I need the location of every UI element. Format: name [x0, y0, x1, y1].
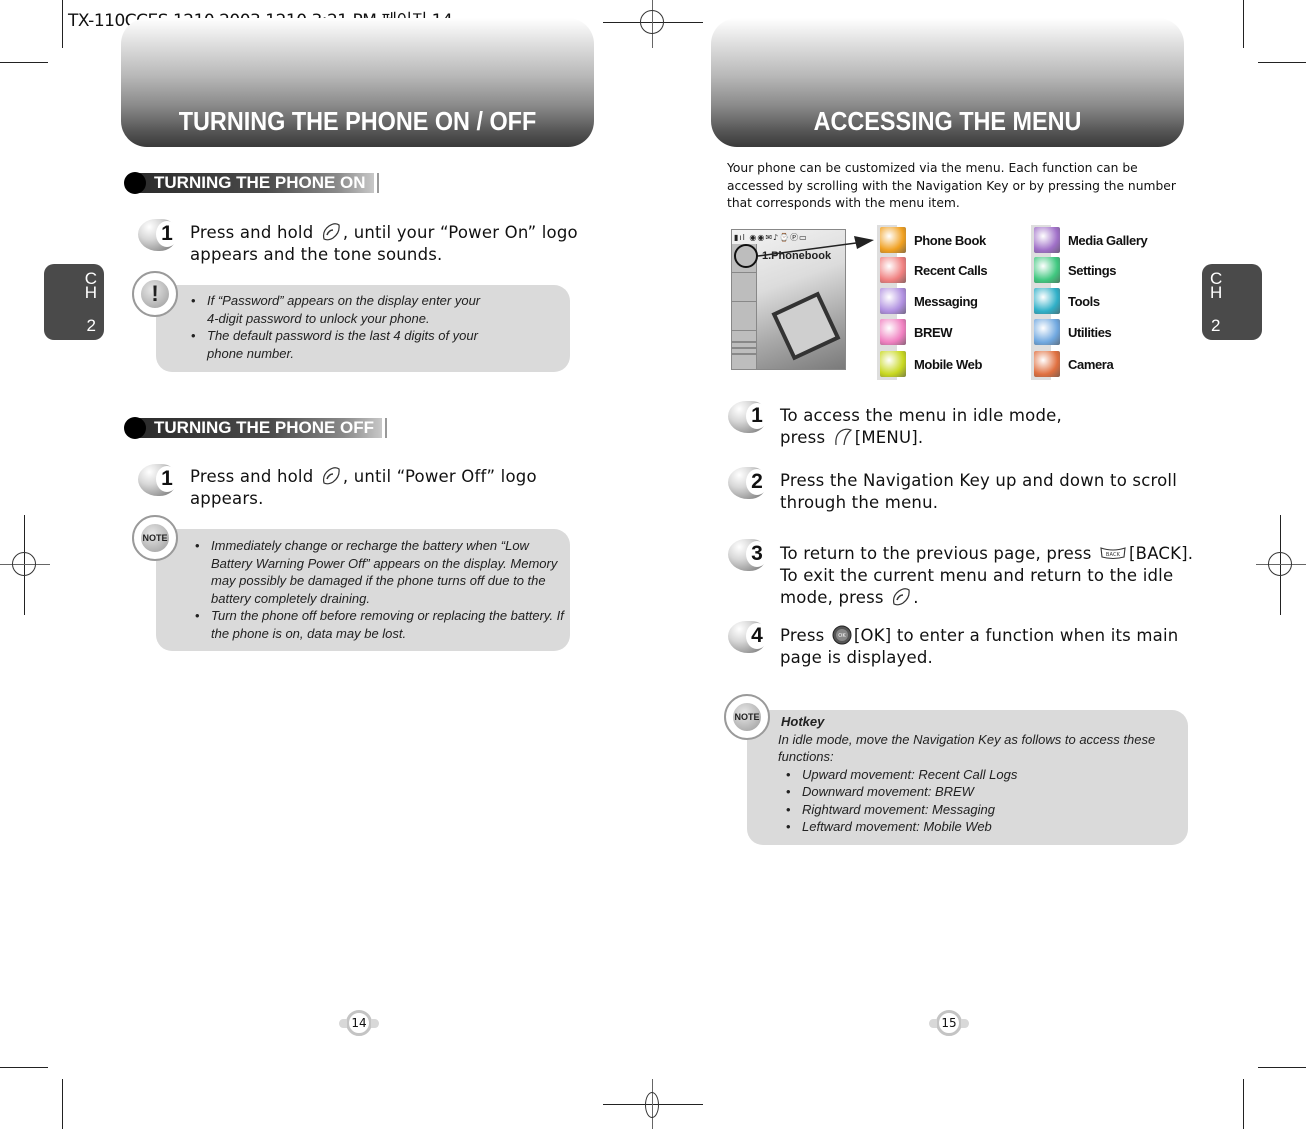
- menu-item-label: Utilities: [1068, 324, 1112, 340]
- note-text: Immediately change or recharge the batte…: [195, 537, 567, 642]
- page-number: 14: [339, 1010, 379, 1036]
- menu-item: Media Gallery: [1034, 227, 1148, 253]
- recent-calls-icon: [880, 257, 906, 283]
- menu-item: Settings: [1034, 257, 1116, 283]
- mobile-web-icon: [880, 351, 906, 377]
- intro-paragraph: Your phone can be customized via the men…: [727, 161, 1176, 210]
- menu-item-label: Camera: [1068, 356, 1114, 372]
- note-icon: NOTE: [724, 694, 770, 740]
- step-text: To return to the previous page, press BA…: [780, 544, 1194, 607]
- note-bullet: Upward movement: Recent Call Logs: [786, 766, 1183, 784]
- menu-item: Utilities: [1034, 319, 1112, 345]
- note-bullet: Leftward movement: Mobile Web: [786, 818, 1183, 836]
- phone-book-icon: [880, 227, 906, 253]
- page-title: TURNING THE PHONE ON / OFF: [178, 106, 537, 136]
- svg-text:BACK: BACK: [1106, 552, 1121, 558]
- note-icon: NOTE: [132, 515, 178, 561]
- menu-key-icon: [834, 428, 852, 446]
- caution-bullet: The default password is the last 4 digit…: [191, 327, 491, 362]
- arrow-icon: [757, 236, 874, 257]
- brew-icon: [880, 319, 906, 345]
- back-key-icon: BACK: [1100, 547, 1126, 560]
- step-number-badge: 1: [138, 217, 178, 251]
- step-number-badge: 2: [728, 465, 768, 499]
- screen-wallpaper-image: [771, 291, 841, 361]
- section-heading-text: TURNING THE PHONE ON: [132, 173, 377, 193]
- chapter-tab-letters: CH: [84, 269, 97, 302]
- menu-item-label: Settings: [1068, 262, 1117, 278]
- section-bullet-icon: [124, 172, 146, 194]
- menu-item-label: Media Gallery: [1068, 232, 1148, 248]
- menu-item-label: Recent Calls: [914, 262, 988, 278]
- step-number-badge: 1: [728, 399, 768, 433]
- note-heading: Hotkey: [781, 714, 825, 729]
- menu-item: Tools: [1034, 288, 1100, 314]
- menu-item: Camera: [1034, 351, 1114, 377]
- step-number-badge: 3: [728, 537, 768, 571]
- camera-icon: [1034, 351, 1060, 377]
- note-intro: In idle mode, move the Navigation Key as…: [778, 731, 1156, 765]
- page-header-banner: TURNING THE PHONE ON / OFF: [121, 18, 594, 147]
- caution-text: If “Password” appears on the display ent…: [191, 292, 491, 362]
- selection-circle-icon: [734, 244, 758, 268]
- section-heading: TURNING THE PHONE ON: [124, 172, 384, 194]
- chapter-tab-number: 2: [86, 316, 96, 335]
- menu-item-label: Mobile Web: [914, 356, 982, 372]
- menu-item-label: Messaging: [914, 293, 978, 309]
- step-text: Press and hold , until your “Power On” l…: [190, 223, 578, 264]
- step-number-badge: 1: [138, 462, 178, 496]
- menu-item: Mobile Web: [880, 351, 982, 377]
- note-bullet: Immediately change or recharge the batte…: [195, 537, 567, 607]
- chapter-tab-letters: CH: [1210, 269, 1223, 302]
- chapter-tab: CH 2: [44, 264, 104, 340]
- menu-item-label: Phone Book: [914, 232, 986, 248]
- step-text: To access the menu in idle mode, press […: [780, 406, 1062, 447]
- note-bullet: Downward movement: BREW: [786, 783, 1183, 801]
- step-text: Press OK [OK] to enter a function when it…: [780, 625, 1179, 667]
- media-gallery-icon: [1034, 227, 1060, 253]
- menu-item-label: Tools: [1068, 293, 1100, 309]
- chapter-tab: CH 2: [1202, 264, 1262, 340]
- page-title: ACCESSING THE MENU: [813, 106, 1082, 136]
- page-header-banner: ACCESSING THE MENU: [711, 18, 1184, 147]
- messaging-icon: [880, 288, 906, 314]
- section-bullet-icon: [124, 417, 146, 439]
- step-text: Press the Navigation Key up and down to …: [780, 471, 1177, 512]
- svg-text:OK: OK: [838, 633, 846, 639]
- utilities-icon: [1034, 319, 1060, 345]
- settings-icon: [1034, 257, 1060, 283]
- tools-icon: [1034, 288, 1060, 314]
- note-text: Hotkey In idle mode, move the Navigation…: [778, 713, 1183, 836]
- menu-item: Recent Calls: [880, 257, 988, 283]
- page-number: 15: [929, 1010, 969, 1036]
- menu-item-label: BREW: [914, 324, 953, 340]
- chapter-tab-number: 2: [1211, 316, 1221, 335]
- end-power-key-icon: [322, 223, 340, 241]
- section-heading: TURNING THE PHONE OFF: [124, 417, 394, 439]
- menu-item: Messaging: [880, 288, 978, 314]
- note-bullet: Rightward movement: Messaging: [786, 801, 1183, 819]
- section-heading-text: TURNING THE PHONE OFF: [132, 418, 386, 438]
- end-power-key-icon: [322, 467, 340, 485]
- menu-item: Phone Book: [880, 227, 986, 253]
- caution-icon: !: [132, 271, 178, 317]
- step-text: Press and hold , until “Power Off” logo …: [190, 467, 537, 508]
- menu-item: BREW: [880, 319, 953, 345]
- end-power-key-icon: [893, 588, 910, 606]
- ok-key-icon: OK: [832, 625, 852, 645]
- note-bullet: Turn the phone off before removing or re…: [195, 607, 567, 642]
- step-number-badge: 4: [728, 619, 768, 653]
- caution-bullet: If “Password” appears on the display ent…: [191, 292, 491, 327]
